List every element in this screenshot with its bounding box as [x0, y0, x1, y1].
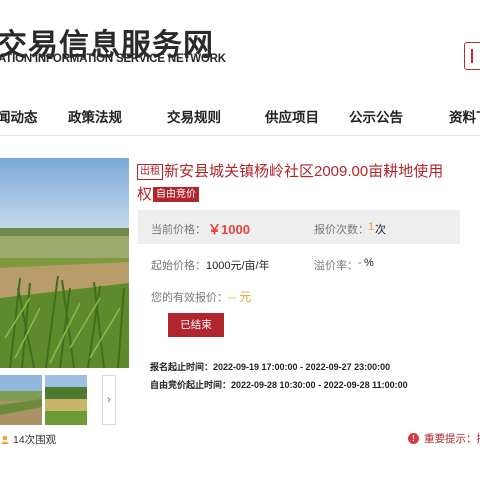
listing-type-tag: 出租 [137, 164, 163, 180]
gallery-next-button[interactable]: › [102, 375, 116, 425]
current-price-label: 当前价格： [151, 224, 206, 236]
nav-item-downloads[interactable]: 资料下 [449, 106, 480, 126]
important-notice[interactable]: ! 重要提示：接 [408, 431, 480, 446]
field-photo-image [0, 158, 129, 368]
view-count-text: 14次围观 [13, 434, 57, 446]
bid-count-unit: 次 [375, 224, 386, 236]
bid-count-value: 1 [368, 221, 375, 233]
main-nav: 闻动态 政策法规 交易规则 供应项目 公示公告 资料下 [0, 96, 480, 136]
my-bid-value: -- 元 [228, 290, 252, 304]
listing-title-line1: 新安县城关镇杨岭社区2009.00亩耕地使用 [164, 163, 444, 180]
listing-title-continued: 权自由竞价 [137, 184, 200, 206]
main-photo[interactable] [0, 158, 129, 368]
header-search-button[interactable] [464, 42, 480, 70]
premium-rate-value: - [358, 257, 362, 269]
nav-item-policy[interactable]: 政策法规 [68, 106, 122, 126]
bidding-mode-tag: 自由竞价 [153, 187, 200, 202]
thumbnail-2[interactable] [45, 375, 87, 425]
site-subtitle: ATION INFORMATION SERVICE NETWORK [0, 53, 226, 65]
bidding-time: 自由竞价起止时间：2022-09-28 10:30:00 - 2022-09-2… [150, 380, 408, 390]
nav-item-supply[interactable]: 供应项目 [265, 106, 319, 126]
site-header: 交易信息服务网 ATION INFORMATION SERVICE NETWOR… [0, 0, 480, 96]
people-icon [0, 435, 10, 444]
nav-item-news[interactable]: 闻动态 [0, 106, 38, 126]
premium-rate-unit: % [364, 257, 374, 269]
nav-item-rules[interactable]: 交易规则 [167, 106, 221, 126]
current-price-box: 当前价格： ￥1000 报价次数： 1 次 [138, 210, 460, 244]
bid-count-label: 报价次数： [314, 224, 369, 236]
view-count: 14次围观 [0, 432, 56, 447]
nav-item-announcements[interactable]: 公示公告 [349, 106, 403, 126]
important-notice-text: 重要提示：接 [424, 433, 480, 445]
listing-title: 出租 新安县城关镇杨岭社区2009.00亩耕地使用 [137, 161, 443, 183]
thumbnail-2-image [45, 375, 87, 425]
start-price-label: 起始价格： [151, 260, 206, 272]
auction-ended-button[interactable]: 已结束 [168, 313, 224, 337]
my-bid-label: 您的有效报价： [151, 292, 228, 304]
current-price-value: ￥1000 [208, 222, 250, 237]
thumbnail-1-image [0, 375, 42, 425]
thumbnail-1[interactable] [0, 375, 42, 425]
premium-rate-label: 溢价率： [314, 260, 358, 272]
start-price-value: 1000元/亩/年 [206, 260, 270, 272]
alert-icon: ! [408, 433, 419, 444]
signup-time: 报名起止时间：2022-09-19 17:00:00 - 2022-09-27 … [150, 362, 391, 372]
listing-title-line2: 权 [137, 186, 153, 203]
